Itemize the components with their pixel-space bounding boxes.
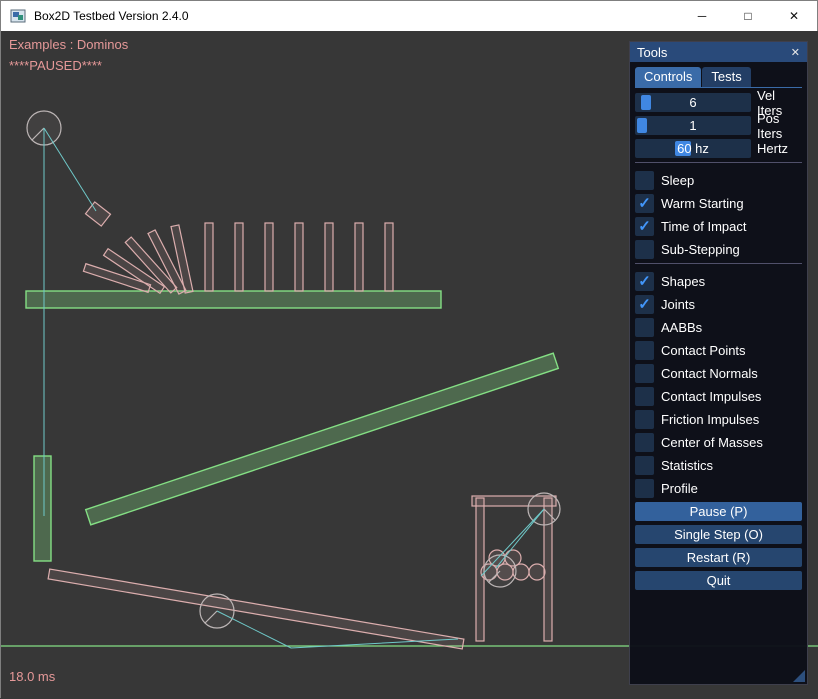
contact-normals-checkbox[interactable]: ✓ [635, 364, 654, 383]
tools-panel-title: Tools [637, 45, 667, 60]
tools-panel-titlebar[interactable]: Tools ✕ [630, 42, 807, 62]
tools-panel-body: Controls Tests 6 Vel Iters 1 Pos Iters [630, 62, 807, 684]
option-contact-normals[interactable]: ✓ Contact Normals [635, 364, 802, 383]
pause-button[interactable]: Pause (P) [635, 502, 802, 521]
tools-panel-close-icon[interactable]: ✕ [791, 46, 800, 59]
option-sleep[interactable]: ✓ Sleep [635, 171, 802, 190]
pendulum-bob [86, 202, 111, 226]
option-time-of-impact[interactable]: ✓ Time of Impact [635, 217, 802, 236]
tab-tests[interactable]: Tests [702, 67, 750, 87]
check-icon: ✓ [638, 297, 651, 312]
time-of-impact-label: Time of Impact [661, 219, 746, 234]
aabbs-label: AABBs [661, 320, 702, 335]
tools-panel: Tools ✕ Controls Tests 6 Vel Iters 1 [629, 41, 808, 685]
shapes-checkbox[interactable]: ✓ [635, 272, 654, 291]
pos-iters-value: 1 [635, 116, 751, 135]
check-icon: ✓ [638, 219, 651, 234]
separator [635, 162, 802, 163]
sleep-checkbox[interactable]: ✓ [635, 171, 654, 190]
center-of-masses-checkbox[interactable]: ✓ [635, 433, 654, 452]
maximize-button[interactable]: □ [725, 1, 771, 31]
warm-starting-checkbox[interactable]: ✓ [635, 194, 654, 213]
option-contact-points[interactable]: ✓ Contact Points [635, 341, 802, 360]
friction-impulses-checkbox[interactable]: ✓ [635, 410, 654, 429]
sleep-label: Sleep [661, 173, 694, 188]
option-shapes[interactable]: ✓ Shapes [635, 272, 802, 291]
vel-iters-slider[interactable]: 6 [635, 93, 751, 112]
aabbs-checkbox[interactable]: ✓ [635, 318, 654, 337]
time-of-impact-checkbox[interactable]: ✓ [635, 217, 654, 236]
friction-impulses-label: Friction Impulses [661, 412, 759, 427]
check-icon: ✓ [638, 274, 651, 289]
close-button[interactable]: ✕ [771, 1, 817, 31]
option-joints[interactable]: ✓ Joints [635, 295, 802, 314]
contact-impulses-label: Contact Impulses [661, 389, 761, 404]
tabbar: Controls Tests [635, 66, 802, 88]
resize-grip[interactable] [793, 670, 805, 682]
contact-points-checkbox[interactable]: ✓ [635, 341, 654, 360]
contact-normals-label: Contact Normals [661, 366, 758, 381]
option-friction-impulses[interactable]: ✓ Friction Impulses [635, 410, 802, 429]
single-step-button[interactable]: Single Step (O) [635, 525, 802, 544]
tab-controls[interactable]: Controls [635, 67, 701, 87]
hertz-value: 60 hz [635, 139, 751, 158]
app-window: Box2D Testbed Version 2.4.0 ─ □ ✕ [0, 0, 818, 698]
option-statistics[interactable]: ✓ Statistics [635, 456, 802, 475]
restart-button[interactable]: Restart (R) [635, 548, 802, 567]
statistics-label: Statistics [661, 458, 713, 473]
paused-label: ****PAUSED**** [9, 58, 102, 73]
contact-points-label: Contact Points [661, 343, 746, 358]
statistics-checkbox[interactable]: ✓ [635, 456, 654, 475]
vel-iters-row: 6 Vel Iters [635, 93, 802, 112]
warm-starting-label: Warm Starting [661, 196, 744, 211]
window-titlebar[interactable]: Box2D Testbed Version 2.4.0 ─ □ ✕ [1, 1, 817, 31]
center-of-masses-label: Center of Masses [661, 435, 763, 450]
hertz-label: Hertz [757, 141, 788, 156]
option-center-of-masses[interactable]: ✓ Center of Masses [635, 433, 802, 452]
hertz-slider[interactable]: 60 hz [635, 139, 751, 158]
frame-time-label: 18.0 ms [9, 669, 55, 684]
bottom-plank-assembly [48, 569, 464, 649]
option-contact-impulses[interactable]: ✓ Contact Impulses [635, 387, 802, 406]
profile-label: Profile [661, 481, 698, 496]
hertz-row: 60 hz Hertz [635, 139, 802, 158]
joints-checkbox[interactable]: ✓ [635, 295, 654, 314]
window-title: Box2D Testbed Version 2.4.0 [34, 9, 189, 23]
vertical-block [34, 456, 51, 561]
domino-shelf [26, 291, 441, 308]
sub-stepping-checkbox[interactable]: ✓ [635, 240, 654, 259]
caption-buttons: ─ □ ✕ [679, 1, 817, 31]
pos-iters-slider[interactable]: 1 [635, 116, 751, 135]
tilted-plank [48, 569, 464, 649]
example-label: Examples : Dominos [9, 37, 128, 52]
standing-dominos [205, 223, 393, 291]
option-profile[interactable]: ✓ Profile [635, 479, 802, 498]
sub-stepping-label: Sub-Stepping [661, 242, 740, 257]
minimize-button[interactable]: ─ [679, 1, 725, 31]
pos-iters-row: 1 Pos Iters [635, 116, 802, 135]
contact-impulses-checkbox[interactable]: ✓ [635, 387, 654, 406]
quit-button[interactable]: Quit [635, 571, 802, 590]
check-icon: ✓ [638, 196, 651, 211]
pos-iters-label: Pos Iters [757, 111, 802, 141]
app-icon [10, 8, 26, 24]
option-warm-starting[interactable]: ✓ Warm Starting [635, 194, 802, 213]
ball-stand [472, 493, 560, 641]
option-aabbs[interactable]: ✓ AABBs [635, 318, 802, 337]
shapes-label: Shapes [661, 274, 705, 289]
option-sub-stepping[interactable]: ✓ Sub-Stepping [635, 240, 802, 259]
separator [635, 263, 802, 264]
joints-label: Joints [661, 297, 695, 312]
profile-checkbox[interactable]: ✓ [635, 479, 654, 498]
fallen-dominos [83, 225, 193, 294]
vel-iters-value: 6 [635, 93, 751, 112]
pendulum [27, 111, 110, 226]
